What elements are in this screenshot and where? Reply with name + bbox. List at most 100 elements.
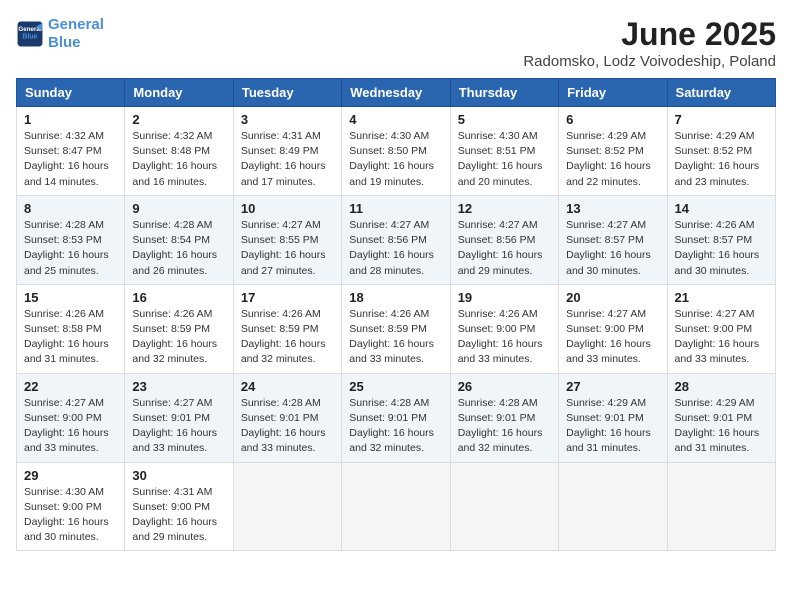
sunrise-label: Sunrise: 4:27 AM	[132, 397, 212, 409]
day-number: 6	[566, 112, 659, 127]
sunset-label: Sunset: 9:00 PM	[24, 501, 102, 513]
day-number: 11	[349, 201, 442, 216]
sunset-label: Sunset: 9:00 PM	[675, 323, 753, 335]
day-info: Sunrise: 4:31 AM Sunset: 8:49 PM Dayligh…	[241, 129, 334, 190]
day-info: Sunrise: 4:31 AM Sunset: 9:00 PM Dayligh…	[132, 485, 225, 546]
daylight-label: Daylight: 16 hours and 33 minutes.	[132, 427, 217, 454]
sunset-label: Sunset: 9:01 PM	[458, 412, 536, 424]
sunset-label: Sunset: 9:00 PM	[132, 501, 210, 513]
sunset-label: Sunset: 8:59 PM	[241, 323, 319, 335]
daylight-label: Daylight: 16 hours and 30 minutes.	[566, 249, 651, 276]
calendar-day-cell: 21 Sunrise: 4:27 AM Sunset: 9:00 PM Dayl…	[667, 284, 775, 373]
day-number: 14	[675, 201, 768, 216]
sunrise-label: Sunrise: 4:28 AM	[241, 397, 321, 409]
sunset-label: Sunset: 9:01 PM	[241, 412, 319, 424]
day-info: Sunrise: 4:26 AM Sunset: 8:58 PM Dayligh…	[24, 307, 117, 368]
calendar-day-cell: 5 Sunrise: 4:30 AM Sunset: 8:51 PM Dayli…	[450, 107, 558, 196]
calendar-day-cell: 2 Sunrise: 4:32 AM Sunset: 8:48 PM Dayli…	[125, 107, 233, 196]
weekday-header: Thursday	[450, 79, 558, 107]
month-title: June 2025	[523, 16, 776, 53]
sunrise-label: Sunrise: 4:27 AM	[675, 308, 755, 320]
sunset-label: Sunset: 8:59 PM	[132, 323, 210, 335]
day-info: Sunrise: 4:26 AM Sunset: 9:00 PM Dayligh…	[458, 307, 551, 368]
calendar-day-cell: 18 Sunrise: 4:26 AM Sunset: 8:59 PM Dayl…	[342, 284, 450, 373]
sunrise-label: Sunrise: 4:31 AM	[132, 486, 212, 498]
daylight-label: Daylight: 16 hours and 23 minutes.	[675, 160, 760, 187]
location: Radomsko, Lodz Voivodeship, Poland	[523, 53, 776, 70]
day-number: 28	[675, 379, 768, 394]
logo: General Blue GeneralBlue	[16, 16, 104, 52]
calendar-day-cell: 6 Sunrise: 4:29 AM Sunset: 8:52 PM Dayli…	[559, 107, 667, 196]
day-number: 26	[458, 379, 551, 394]
sunrise-label: Sunrise: 4:26 AM	[241, 308, 321, 320]
day-info: Sunrise: 4:29 AM Sunset: 9:01 PM Dayligh…	[566, 396, 659, 457]
calendar-week-row: 8 Sunrise: 4:28 AM Sunset: 8:53 PM Dayli…	[17, 195, 776, 284]
day-number: 17	[241, 290, 334, 305]
daylight-label: Daylight: 16 hours and 32 minutes.	[349, 427, 434, 454]
day-info: Sunrise: 4:29 AM Sunset: 8:52 PM Dayligh…	[675, 129, 768, 190]
day-number: 18	[349, 290, 442, 305]
sunset-label: Sunset: 8:56 PM	[458, 234, 536, 246]
calendar-day-cell: 25 Sunrise: 4:28 AM Sunset: 9:01 PM Dayl…	[342, 373, 450, 462]
day-info: Sunrise: 4:30 AM Sunset: 8:51 PM Dayligh…	[458, 129, 551, 190]
day-info: Sunrise: 4:26 AM Sunset: 8:59 PM Dayligh…	[349, 307, 442, 368]
day-info: Sunrise: 4:32 AM Sunset: 8:47 PM Dayligh…	[24, 129, 117, 190]
sunrise-label: Sunrise: 4:27 AM	[24, 397, 104, 409]
sunset-label: Sunset: 9:00 PM	[458, 323, 536, 335]
day-number: 13	[566, 201, 659, 216]
sunset-label: Sunset: 8:47 PM	[24, 145, 102, 157]
day-number: 4	[349, 112, 442, 127]
day-info: Sunrise: 4:26 AM Sunset: 8:57 PM Dayligh…	[675, 218, 768, 279]
sunset-label: Sunset: 8:48 PM	[132, 145, 210, 157]
svg-text:Blue: Blue	[22, 34, 37, 41]
day-number: 20	[566, 290, 659, 305]
calendar-week-row: 15 Sunrise: 4:26 AM Sunset: 8:58 PM Dayl…	[17, 284, 776, 373]
day-number: 27	[566, 379, 659, 394]
day-info: Sunrise: 4:27 AM Sunset: 9:00 PM Dayligh…	[566, 307, 659, 368]
page-header: General Blue GeneralBlue June 2025 Radom…	[16, 16, 776, 70]
sunset-label: Sunset: 8:54 PM	[132, 234, 210, 246]
daylight-label: Daylight: 16 hours and 33 minutes.	[349, 338, 434, 365]
sunset-label: Sunset: 8:50 PM	[349, 145, 427, 157]
calendar-day-cell: 14 Sunrise: 4:26 AM Sunset: 8:57 PM Dayl…	[667, 195, 775, 284]
daylight-label: Daylight: 16 hours and 19 minutes.	[349, 160, 434, 187]
daylight-label: Daylight: 16 hours and 29 minutes.	[458, 249, 543, 276]
day-info: Sunrise: 4:26 AM Sunset: 8:59 PM Dayligh…	[241, 307, 334, 368]
daylight-label: Daylight: 16 hours and 29 minutes.	[132, 516, 217, 543]
day-number: 25	[349, 379, 442, 394]
sunrise-label: Sunrise: 4:26 AM	[675, 219, 755, 231]
day-info: Sunrise: 4:30 AM Sunset: 8:50 PM Dayligh…	[349, 129, 442, 190]
day-info: Sunrise: 4:27 AM Sunset: 9:00 PM Dayligh…	[24, 396, 117, 457]
day-number: 19	[458, 290, 551, 305]
calendar-day-cell: 4 Sunrise: 4:30 AM Sunset: 8:50 PM Dayli…	[342, 107, 450, 196]
day-info: Sunrise: 4:28 AM Sunset: 9:01 PM Dayligh…	[349, 396, 442, 457]
calendar-day-cell	[233, 462, 341, 551]
daylight-label: Daylight: 16 hours and 30 minutes.	[24, 516, 109, 543]
sunrise-label: Sunrise: 4:29 AM	[675, 130, 755, 142]
sunset-label: Sunset: 8:59 PM	[349, 323, 427, 335]
weekday-header: Tuesday	[233, 79, 341, 107]
day-number: 12	[458, 201, 551, 216]
day-info: Sunrise: 4:28 AM Sunset: 9:01 PM Dayligh…	[458, 396, 551, 457]
calendar-day-cell: 19 Sunrise: 4:26 AM Sunset: 9:00 PM Dayl…	[450, 284, 558, 373]
calendar-day-cell: 13 Sunrise: 4:27 AM Sunset: 8:57 PM Dayl…	[559, 195, 667, 284]
calendar-day-cell	[667, 462, 775, 551]
sunset-label: Sunset: 8:55 PM	[241, 234, 319, 246]
day-info: Sunrise: 4:27 AM Sunset: 8:56 PM Dayligh…	[458, 218, 551, 279]
calendar-day-cell: 1 Sunrise: 4:32 AM Sunset: 8:47 PM Dayli…	[17, 107, 125, 196]
sunset-label: Sunset: 9:00 PM	[566, 323, 644, 335]
weekday-header: Friday	[559, 79, 667, 107]
calendar-day-cell	[559, 462, 667, 551]
day-number: 3	[241, 112, 334, 127]
day-number: 1	[24, 112, 117, 127]
calendar-day-cell: 11 Sunrise: 4:27 AM Sunset: 8:56 PM Dayl…	[342, 195, 450, 284]
daylight-label: Daylight: 16 hours and 31 minutes.	[675, 427, 760, 454]
sunrise-label: Sunrise: 4:26 AM	[349, 308, 429, 320]
calendar-week-row: 29 Sunrise: 4:30 AM Sunset: 9:00 PM Dayl…	[17, 462, 776, 551]
day-number: 29	[24, 468, 117, 483]
daylight-label: Daylight: 16 hours and 33 minutes.	[458, 338, 543, 365]
daylight-label: Daylight: 16 hours and 31 minutes.	[566, 427, 651, 454]
sunset-label: Sunset: 8:52 PM	[566, 145, 644, 157]
sunset-label: Sunset: 9:00 PM	[24, 412, 102, 424]
sunset-label: Sunset: 8:57 PM	[566, 234, 644, 246]
